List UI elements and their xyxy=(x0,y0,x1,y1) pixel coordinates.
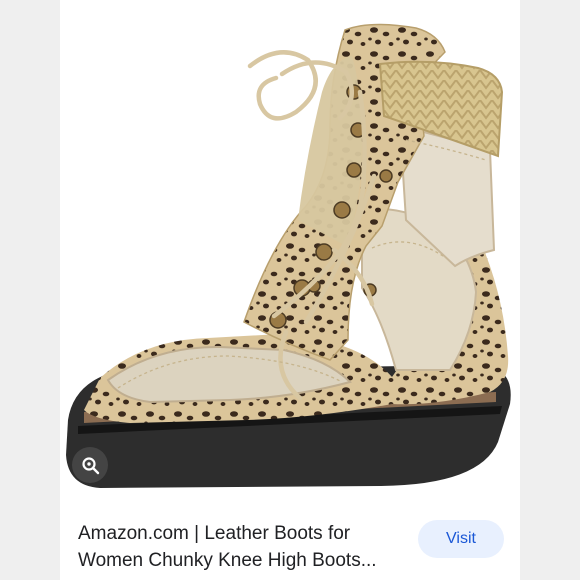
visit-button[interactable]: Visit xyxy=(418,520,504,558)
lens-button[interactable] xyxy=(72,447,108,483)
boot-image xyxy=(66,23,511,488)
screen: Amazon.com | Leather Boots for Women Chu… xyxy=(0,0,580,580)
product-image[interactable] xyxy=(60,0,520,505)
caption-line-2: Women Chunky Knee High Boots... xyxy=(78,550,377,571)
caption-line-1: Amazon.com | Leather Boots for xyxy=(78,523,351,544)
result-caption[interactable]: Amazon.com | Leather Boots for Women Chu… xyxy=(78,520,408,574)
lens-icon xyxy=(82,457,100,475)
